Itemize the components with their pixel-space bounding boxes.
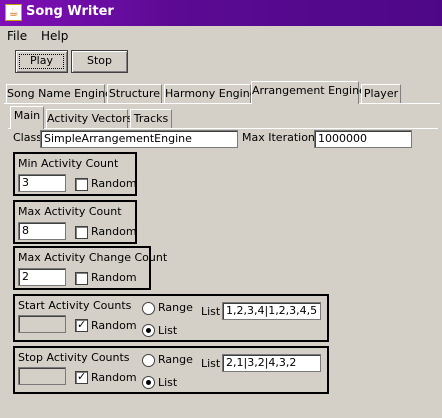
min-activity-random-label: Random <box>91 177 137 190</box>
tab-structure[interactable]: Structure <box>107 84 162 103</box>
max-change-random-checkbox[interactable] <box>75 272 88 285</box>
max-iterations-label: Max Iterations <box>242 131 321 144</box>
max-iterations-field[interactable]: 1000000 <box>314 130 412 148</box>
min-activity-field[interactable]: 3 <box>18 174 66 192</box>
start-counts-range-label: Range <box>158 301 193 314</box>
min-activity-random-checkbox[interactable] <box>75 178 88 191</box>
stop-button[interactable]: Stop <box>71 50 128 73</box>
java-app-icon: ☕ <box>5 4 22 21</box>
class-label: Class <box>13 131 42 144</box>
max-activity-title: Max Activity Count <box>18 205 122 218</box>
max-change-field[interactable]: 2 <box>18 268 66 286</box>
max-change-random-label: Random <box>91 271 137 284</box>
start-counts-random-checkbox[interactable] <box>75 318 88 332</box>
start-counts-range-radio[interactable] <box>142 302 155 315</box>
focus-ring <box>19 54 64 69</box>
tab-content-border <box>4 103 440 104</box>
start-counts-random-label: Random <box>91 319 137 332</box>
subtab-content-border <box>8 128 438 129</box>
stop-counts-list-radio-label: List <box>158 376 178 389</box>
tab-player[interactable]: Player <box>361 84 401 103</box>
max-activity-random-checkbox[interactable] <box>75 226 88 239</box>
stop-counts-range-radio[interactable] <box>142 354 155 367</box>
subtab-tracks[interactable]: Tracks <box>130 109 172 128</box>
menu-help[interactable]: Help <box>41 29 68 43</box>
window-title: Song Writer <box>26 4 114 19</box>
tab-arrangement-engine[interactable]: Arrangement Engine <box>251 81 366 104</box>
tab-harmony-engine[interactable]: Harmony Engine <box>164 84 256 103</box>
max-activity-field[interactable]: 8 <box>18 222 66 240</box>
stop-counts-title: Stop Activity Counts <box>18 351 130 364</box>
start-counts-list-radio[interactable] <box>142 324 155 337</box>
min-activity-title: Min Activity Count <box>18 157 119 170</box>
subtab-main[interactable]: Main <box>10 106 44 129</box>
max-change-title: Max Activity Change Count <box>18 251 168 264</box>
tab-song-name-engine[interactable]: Song Name Engine <box>6 84 112 103</box>
stop-counts-random-checkbox[interactable] <box>75 370 88 384</box>
stop-counts-range-label: Range <box>158 353 193 366</box>
start-counts-field[interactable] <box>18 315 66 333</box>
stop-counts-field[interactable] <box>18 367 66 385</box>
play-button[interactable]: Play <box>15 50 68 73</box>
start-counts-list-radio-label: List <box>158 324 178 337</box>
class-field[interactable]: SimpleArrangementEngine <box>40 130 238 148</box>
start-counts-list-label: List <box>201 305 221 318</box>
subtab-activity-vectors[interactable]: Activity Vectors <box>46 109 132 128</box>
stop-counts-random-label: Random <box>91 371 137 384</box>
stop-counts-list-radio[interactable] <box>142 376 155 389</box>
max-activity-random-label: Random <box>91 225 137 238</box>
stop-counts-list-field[interactable]: 2,1|3,2|4,3,2 <box>222 354 321 372</box>
start-counts-list-field[interactable]: 1,2,3,4|1,2,3,4,5 <box>222 302 321 320</box>
menu-file[interactable]: File <box>7 29 27 43</box>
start-counts-title: Start Activity Counts <box>18 299 132 312</box>
stop-button-label: Stop <box>86 54 112 67</box>
stop-counts-list-label: List <box>201 357 221 370</box>
